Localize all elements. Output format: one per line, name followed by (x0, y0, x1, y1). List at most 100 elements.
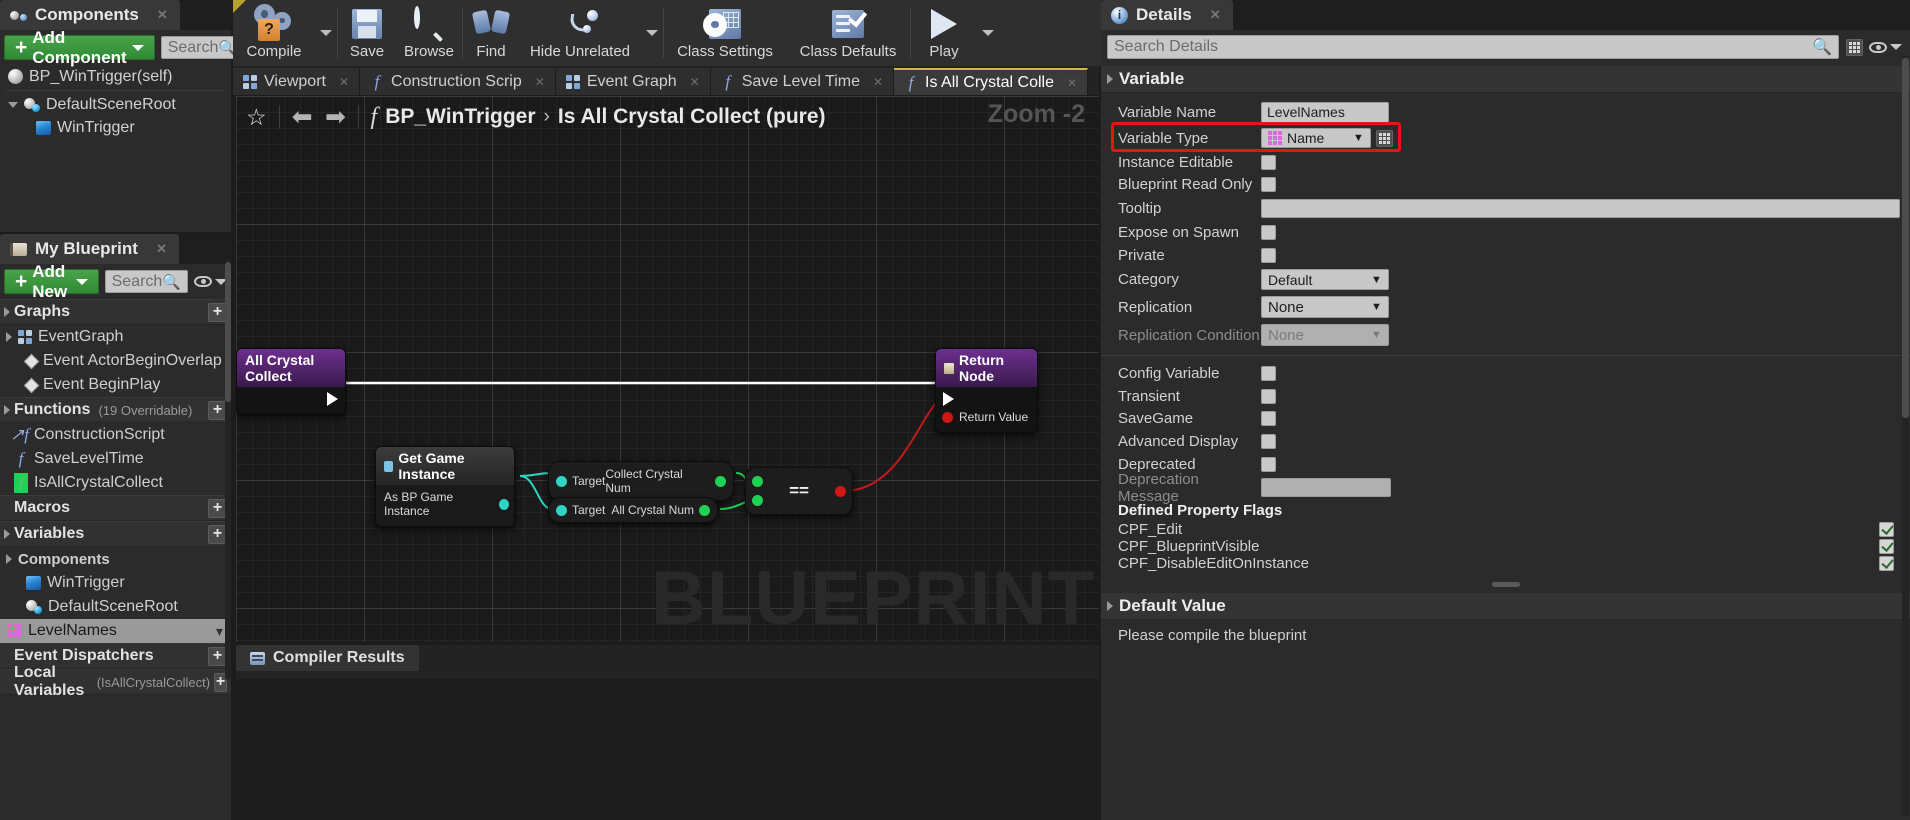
config-variable-checkbox[interactable] (1261, 366, 1276, 382)
chevron-right-icon[interactable] (6, 554, 12, 564)
return-value-pin[interactable] (942, 411, 953, 423)
chevron-right-icon[interactable] (1107, 601, 1113, 612)
object-out-pin[interactable] (498, 498, 509, 510)
variable-item-levelnames[interactable]: LevelNames ▾ (0, 619, 231, 643)
function-item-savelevetime[interactable]: f SaveLevelTime (0, 447, 231, 471)
transient-checkbox[interactable] (1261, 388, 1276, 404)
target-in-pin[interactable] (556, 475, 567, 487)
close-icon[interactable]: ✕ (1210, 7, 1221, 23)
forward-arrow-icon[interactable]: ⬅ (325, 102, 346, 132)
graph-item-event-actorbeginoverlap[interactable]: Event ActorBeginOverlap (0, 349, 231, 373)
section-variable[interactable]: Variable (1101, 66, 1910, 93)
add-component-button[interactable]: + Add Component (4, 28, 155, 67)
visibility-toggle-button[interactable] (194, 276, 227, 287)
advanced-display-checkbox[interactable] (1261, 433, 1276, 449)
private-checkbox[interactable] (1261, 247, 1276, 263)
node-pin-row[interactable]: As BP Game Instance (376, 488, 514, 520)
tab-construction-script[interactable]: f Construction Scrip ✕ (360, 68, 556, 95)
play-button[interactable]: Play (911, 0, 977, 66)
compiler-results-tab[interactable]: Compiler Results (236, 645, 419, 671)
container-type-button[interactable] (1376, 129, 1393, 147)
value-out-pin[interactable] (715, 475, 726, 487)
deprecated-checkbox[interactable] (1261, 456, 1276, 472)
equal-node[interactable]: == (745, 467, 853, 515)
instance-editable-checkbox[interactable] (1261, 154, 1276, 170)
hide-unrelated-button[interactable]: Hide Unrelated (519, 0, 641, 66)
component-tree-item-self[interactable]: BP_WinTrigger(self) (0, 65, 231, 88)
component-tree-item-wintrigger[interactable]: WinTrigger (0, 116, 231, 139)
find-button[interactable]: Find (463, 0, 519, 66)
get-game-instance-node[interactable]: Get Game Instance As BP Game Instance (375, 446, 515, 527)
expose-on-spawn-checkbox[interactable] (1261, 224, 1276, 240)
close-icon[interactable]: ✕ (873, 75, 883, 89)
deprecation-message-field[interactable] (1261, 478, 1391, 498)
tooltip-field[interactable] (1261, 199, 1900, 219)
graph-item-event-beginplay[interactable]: Event BeginPlay (0, 373, 231, 397)
close-icon[interactable]: ✕ (339, 75, 349, 89)
blueprint-graph-canvas[interactable]: ☆ ⬅ ⬅ f BP_WinTrigger › Is All Crystal C… (236, 96, 1099, 642)
tab-event-graph[interactable]: Event Graph ✕ (555, 68, 711, 95)
breadcrumb-root[interactable]: BP_WinTrigger (385, 105, 535, 129)
return-node[interactable]: Return Node Return Value (935, 348, 1038, 433)
chevron-right-icon[interactable] (4, 405, 10, 415)
chevron-right-icon[interactable] (6, 332, 12, 342)
section-macros[interactable]: Macros + (0, 495, 231, 521)
details-visibility-button[interactable] (1869, 41, 1902, 53)
node-pin-row[interactable]: Return Value (936, 408, 1037, 426)
components-tab[interactable]: Components ✕ (0, 0, 180, 30)
save-button[interactable]: Save (338, 0, 396, 66)
class-settings-button[interactable]: Class Settings (664, 0, 786, 66)
exec-in-pin[interactable] (943, 392, 954, 406)
category-dropdown[interactable]: Default ▼ (1261, 269, 1389, 291)
target-pin-group[interactable]: Target (556, 474, 605, 488)
my-blueprint-search-input[interactable]: Search 🔍 (104, 270, 188, 293)
section-local-variables[interactable]: Local Variables (IsAllCrystalCollect) + (0, 664, 231, 699)
component-tree-item-defaultsceneroot[interactable]: DefaultSceneRoot (0, 93, 231, 116)
equal-out-pin[interactable] (834, 485, 846, 497)
variable-item-wintrigger[interactable]: WinTrigger (0, 571, 231, 595)
section-resize-handle[interactable] (1491, 582, 1520, 588)
target-pin-group[interactable]: Target (556, 503, 605, 517)
chevron-down-icon[interactable] (8, 101, 18, 108)
my-blueprint-tab[interactable]: My Blueprint ✕ (0, 234, 179, 264)
bookmark-star-icon[interactable]: ☆ (246, 104, 267, 131)
section-graphs[interactable]: Graphs + (0, 299, 231, 325)
equal-in-pin-b[interactable] (752, 495, 763, 506)
exec-out-pin[interactable] (327, 392, 338, 406)
chevron-right-icon[interactable] (4, 307, 10, 317)
close-icon[interactable]: ✕ (157, 7, 168, 23)
browse-button[interactable]: Browse (396, 0, 462, 66)
section-functions[interactable]: Functions (19 Overridable) + (0, 397, 231, 423)
chevron-right-icon[interactable] (1107, 74, 1113, 84)
all-crystal-num-node[interactable]: Target All Crystal Num (548, 497, 718, 523)
variable-item-defaultsceneroot[interactable]: DefaultSceneRoot (0, 595, 231, 619)
blueprint-read-only-checkbox[interactable] (1261, 177, 1276, 193)
function-item-isallcrystalcollect[interactable]: f IsAllCrystalCollect (0, 471, 231, 495)
section-variables[interactable]: Variables + (0, 521, 231, 547)
add-new-button[interactable]: + Add New (4, 262, 99, 301)
class-defaults-button[interactable]: Class Defaults (786, 0, 910, 66)
close-icon[interactable]: ✕ (156, 241, 167, 257)
hide-unrelated-dropdown-button[interactable] (641, 0, 663, 66)
components-search-input[interactable]: Search 🔍 (160, 36, 245, 59)
tab-is-all-crystal-collect[interactable]: f Is All Crystal Colle ✕ (894, 68, 1089, 95)
value-pin-group[interactable]: All Crystal Num (611, 503, 710, 517)
node-pin-row[interactable] (936, 390, 1037, 408)
grid-view-icon[interactable] (1846, 38, 1863, 56)
section-default-value[interactable]: Default Value (1101, 593, 1910, 621)
function-item-constructionscript[interactable]: ↗f ConstructionScript (0, 423, 231, 447)
variable-name-field[interactable]: LevelNames (1261, 101, 1389, 123)
collect-crystal-num-node[interactable]: Target Collect Crystal Num (548, 461, 734, 501)
tab-save-level-time[interactable]: f Save Level Time ✕ (710, 68, 895, 95)
graph-item-eventgraph[interactable]: EventGraph (0, 325, 231, 349)
target-in-pin[interactable] (556, 504, 567, 516)
node-pin-row[interactable] (237, 390, 345, 408)
chevron-down-icon[interactable]: ▾ (216, 623, 223, 640)
subsection-components[interactable]: Components (0, 547, 231, 571)
equal-in-pin-a[interactable] (752, 476, 763, 487)
details-scrollbar[interactable] (1902, 56, 1909, 816)
replication-condition-dropdown[interactable]: None ▼ (1261, 324, 1389, 347)
close-icon[interactable]: ✕ (690, 75, 700, 89)
details-search-input[interactable]: Search Details 🔍 (1107, 35, 1839, 59)
value-pin-group[interactable]: Collect Crystal Num (605, 467, 726, 495)
